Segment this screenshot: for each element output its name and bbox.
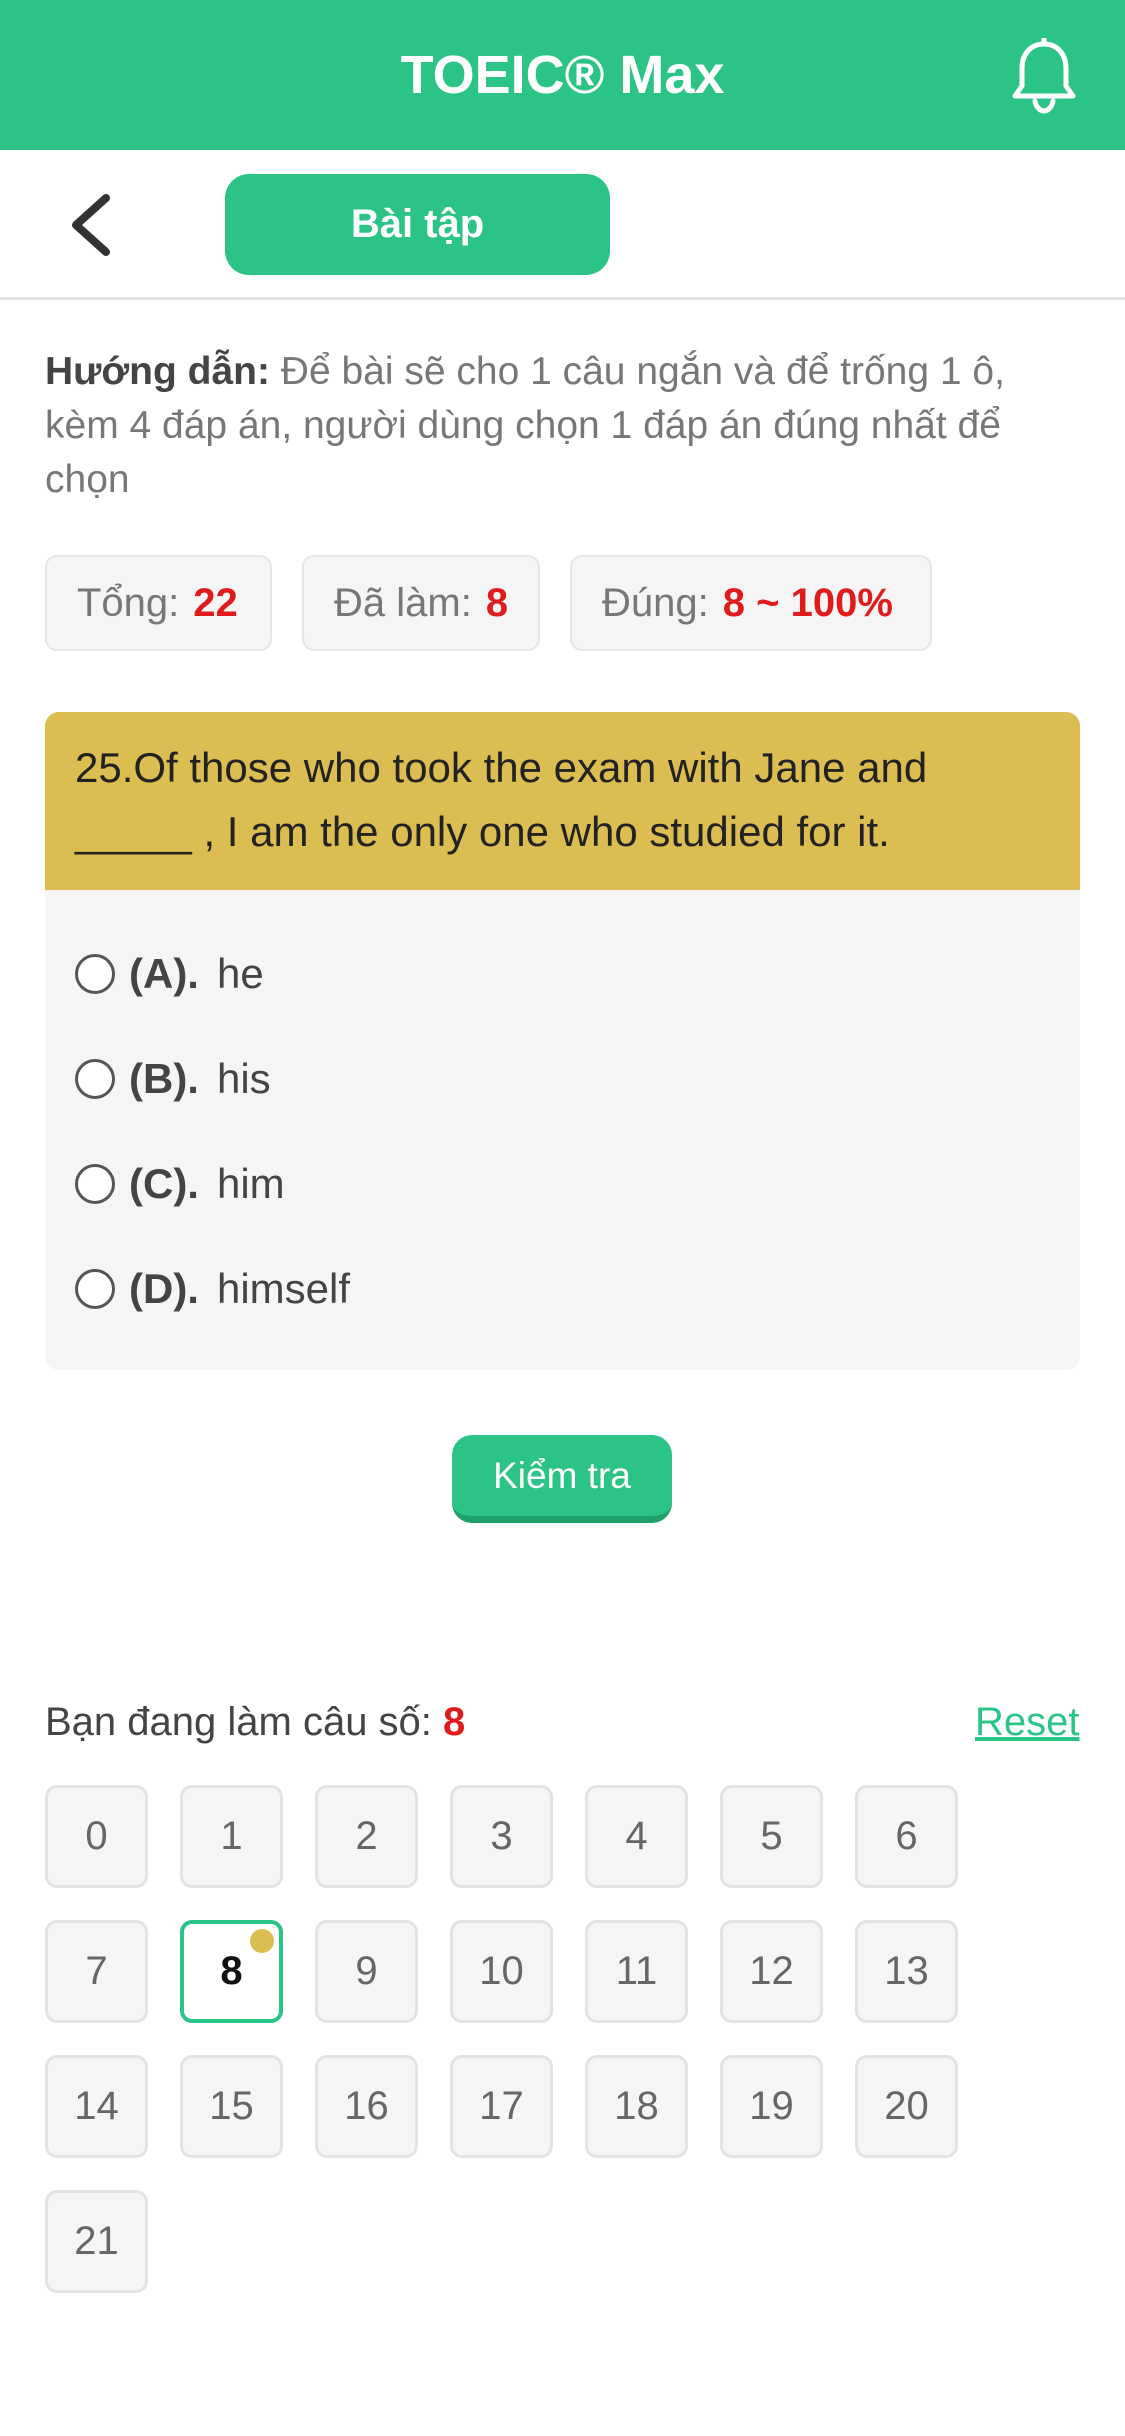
option-text: himself — [216, 1265, 351, 1312]
current-question-number: 8 — [443, 1700, 466, 1744]
question-number-label: 11 — [615, 1949, 658, 1993]
option-text: him — [216, 1160, 285, 1207]
stat-done-label: Đã làm: — [334, 581, 472, 625]
question-number-label: 1 — [220, 1814, 243, 1858]
question-number-cell[interactable]: 0 — [45, 1785, 148, 1888]
option-label: (B). — [129, 1055, 199, 1102]
bell-icon[interactable] — [1008, 38, 1080, 114]
question-number-label: 15 — [209, 2084, 254, 2128]
option-d[interactable]: (D). himself — [75, 1259, 350, 1319]
question-text: 25.Of those who took the exam with Jane … — [45, 712, 1080, 890]
radio-button[interactable] — [75, 954, 115, 994]
question-number-label: 7 — [85, 1949, 108, 1993]
option-b[interactable]: (B). his — [75, 1049, 271, 1109]
question-number-label: 14 — [74, 2084, 119, 2128]
question-number-label: 17 — [479, 2084, 524, 2128]
question-number-label: 20 — [884, 2084, 929, 2128]
reset-link[interactable]: Reset — [975, 1700, 1080, 1745]
question-number-cell[interactable]: 17 — [450, 2055, 553, 2158]
question-number-cell[interactable]: 2 — [315, 1785, 418, 1888]
question-number-cell[interactable]: 16 — [315, 2055, 418, 2158]
option-a[interactable]: (A). he — [75, 944, 264, 1004]
question-line-1: 25.Of those who took the exam with Jane … — [75, 744, 928, 791]
stat-correct: Đúng: 8 ~ 100% — [570, 555, 932, 651]
question-number-cell[interactable]: 13 — [855, 1920, 958, 2023]
question-number-label: 13 — [884, 1949, 929, 1993]
option-label: (A). — [129, 950, 199, 997]
question-number-cell[interactable]: 11 — [585, 1920, 688, 2023]
question-number-cell[interactable]: 15 — [180, 2055, 283, 2158]
radio-button[interactable] — [75, 1164, 115, 1204]
sub-header: Bài tập — [0, 150, 1125, 300]
option-label: (C). — [129, 1160, 199, 1207]
chevron-left-icon[interactable] — [62, 190, 122, 260]
top-app-bar: TOEIC® Max — [0, 0, 1125, 150]
question-number-label: 3 — [490, 1814, 513, 1858]
check-button[interactable]: Kiểm tra — [452, 1435, 672, 1523]
current-question-label: Bạn đang làm câu số: — [45, 1700, 432, 1744]
question-number-label: 10 — [479, 1949, 524, 1993]
question-number-cell[interactable]: 6 — [855, 1785, 958, 1888]
question-line-2: _____ , I am the only one who studied fo… — [75, 808, 890, 855]
stat-correct-value: 8 ~ 100% — [722, 581, 893, 625]
question-number-cell[interactable]: 18 — [585, 2055, 688, 2158]
stat-done: Đã làm: 8 — [302, 555, 540, 651]
current-question-indicator: Bạn đang làm câu số: 8 — [45, 1700, 465, 1745]
question-number-cell[interactable]: 8 — [180, 1920, 283, 2023]
exercise-tab-button[interactable]: Bài tập — [225, 174, 610, 275]
option-text: he — [216, 950, 264, 997]
current-marker-dot — [250, 1929, 274, 1953]
app-title: TOEIC® Max — [400, 45, 725, 105]
question-card: 25.Of those who took the exam with Jane … — [45, 712, 1080, 1370]
question-number-label: 6 — [895, 1814, 918, 1858]
question-number-cell[interactable]: 19 — [720, 2055, 823, 2158]
option-label: (D). — [129, 1265, 199, 1312]
question-number-cell[interactable]: 7 — [45, 1920, 148, 2023]
question-number-cell[interactable]: 1 — [180, 1785, 283, 1888]
question-number-cell[interactable]: 9 — [315, 1920, 418, 2023]
stat-total-label: Tổng: — [77, 581, 180, 625]
question-number-cell[interactable]: 4 — [585, 1785, 688, 1888]
instructions-label: Hướng dẫn: — [45, 350, 270, 393]
question-number-label: 18 — [614, 2084, 659, 2128]
question-number-label: 5 — [760, 1814, 783, 1858]
question-number-cell[interactable]: 20 — [855, 2055, 958, 2158]
question-number-cell[interactable]: 5 — [720, 1785, 823, 1888]
question-number-label: 2 — [355, 1814, 378, 1858]
question-number-cell[interactable]: 14 — [45, 2055, 148, 2158]
stat-total: Tổng: 22 — [45, 555, 272, 651]
question-number-label: 16 — [344, 2084, 389, 2128]
question-number-label: 21 — [74, 2219, 119, 2263]
question-number-label: 4 — [625, 1814, 648, 1858]
option-c[interactable]: (C). him — [75, 1154, 285, 1214]
question-number-label: 8 — [220, 1949, 243, 1993]
stat-correct-label: Đúng: — [602, 581, 709, 625]
question-number-label: 19 — [749, 2084, 794, 2128]
question-number-label: 0 — [85, 1814, 108, 1858]
question-number-cell[interactable]: 10 — [450, 1920, 553, 2023]
radio-button[interactable] — [75, 1059, 115, 1099]
option-text: his — [216, 1055, 271, 1102]
question-number-grid: 0 1 2 3 4 5 6 7 8 9 10 11 12 13 14 15 16 17 18 19 20 21 — [45, 1785, 1005, 2305]
radio-button[interactable] — [75, 1269, 115, 1309]
instructions: Hướng dẫn: Để bài sẽ cho 1 câu ngắn và đ… — [45, 345, 1085, 507]
question-number-cell[interactable]: 12 — [720, 1920, 823, 2023]
question-number-label: 9 — [355, 1949, 378, 1993]
stat-done-value: 8 — [485, 581, 509, 625]
question-number-label: 12 — [749, 1949, 794, 1993]
question-number-cell[interactable]: 21 — [45, 2190, 148, 2293]
stat-total-value: 22 — [193, 581, 238, 625]
question-number-cell[interactable]: 3 — [450, 1785, 553, 1888]
